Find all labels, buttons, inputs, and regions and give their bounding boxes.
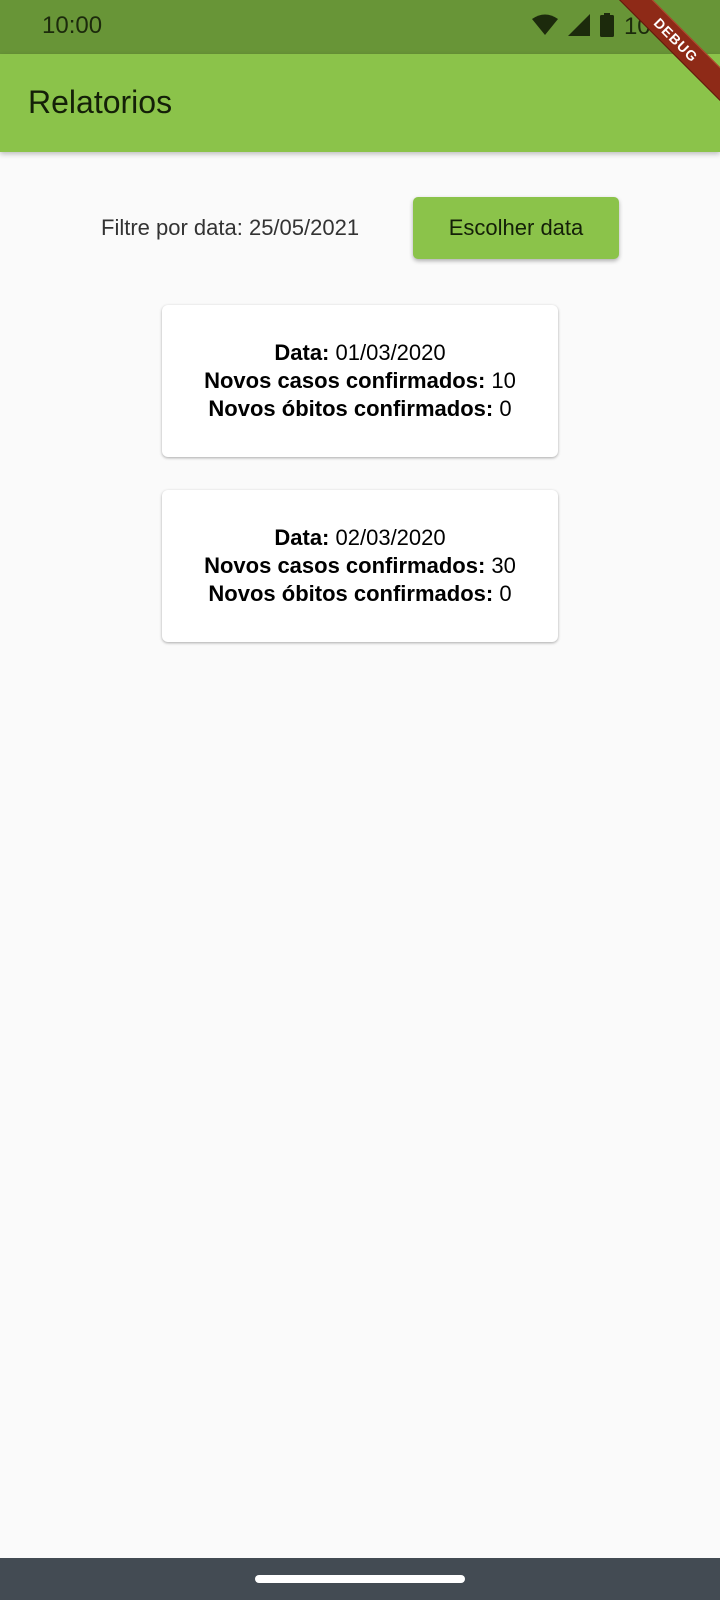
app-bar: Relatorios: [0, 54, 720, 152]
report-cases-line: Novos casos confirmados: 10: [204, 367, 516, 395]
report-deaths-value: 0: [499, 396, 512, 421]
report-cases-line: Novos casos confirmados: 30: [204, 552, 516, 580]
report-cases-value: 30: [491, 553, 516, 578]
date-filter-row: Filtre por data: 25/05/2021 Escolher dat…: [0, 197, 720, 259]
home-indicator[interactable]: [255, 1575, 465, 1583]
report-date-line: Data: 01/03/2020: [274, 339, 445, 367]
status-icons: 100: [531, 12, 664, 42]
status-bar: 10:00 100: [0, 0, 720, 54]
system-nav-bar: [0, 1558, 720, 1600]
choose-date-button[interactable]: Escolher data: [413, 197, 619, 259]
report-date-value: 02/03/2020: [335, 525, 446, 550]
report-cases-value: 10: [491, 368, 516, 393]
report-date-value: 01/03/2020: [335, 340, 446, 365]
battery-level: 100: [623, 13, 664, 40]
report-date-line: Data: 02/03/2020: [274, 524, 445, 552]
report-deaths-line: Novos óbitos confirmados: 0: [208, 580, 511, 608]
report-cases-label: Novos casos confirmados:: [204, 368, 486, 393]
report-deaths-label: Novos óbitos confirmados:: [208, 581, 494, 606]
report-card: Data: 01/03/2020 Novos casos confirmados…: [162, 305, 558, 457]
signal-icon: [567, 13, 590, 41]
wifi-icon: [531, 14, 558, 41]
battery-icon: [599, 12, 614, 42]
page-title: Relatorios: [28, 84, 173, 120]
report-cases-label: Novos casos confirmados:: [204, 553, 486, 578]
report-date-label: Data:: [274, 340, 330, 365]
report-deaths-value: 0: [499, 581, 512, 606]
report-deaths-line: Novos óbitos confirmados: 0: [208, 395, 511, 423]
status-time: 10:00: [42, 12, 103, 39]
report-deaths-label: Novos óbitos confirmados:: [208, 396, 494, 421]
report-date-label: Data:: [274, 525, 330, 550]
filter-date-label: Filtre por data: 25/05/2021: [101, 215, 360, 240]
report-card: Data: 02/03/2020 Novos casos confirmados…: [162, 490, 558, 642]
